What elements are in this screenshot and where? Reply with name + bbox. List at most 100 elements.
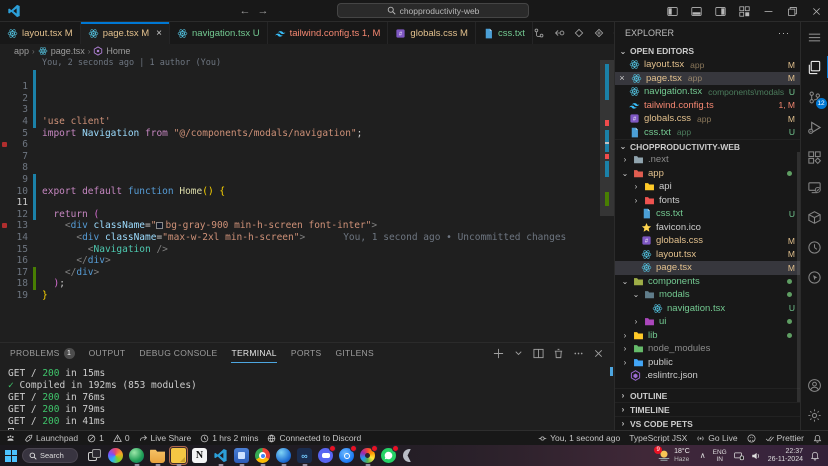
tab-css-txt[interactable]: css.txt [476,22,533,44]
nav-forward-icon[interactable]: → [254,5,272,17]
more-actions-icon[interactable] [573,348,584,359]
open-editor-page-tsx[interactable]: × page.tsx app M [615,72,800,86]
taskbar-app-notion[interactable]: N [189,445,210,466]
split-terminal-icon[interactable] [533,348,544,359]
status-live-share[interactable]: Live Share [139,433,192,443]
activity-play-circle[interactable] [801,232,828,262]
panel-tab-ports[interactable]: PORTS [291,343,322,363]
tree-item-components[interactable]: ⌄ components [615,275,800,289]
code-line[interactable]: 17 [0,255,614,267]
notifications-bell-icon[interactable] [810,451,820,461]
breadcrumb[interactable]: app› page.tsx› Home [0,44,614,58]
tree-item-layout-tsx[interactable]: layout.tsx M [615,248,800,262]
open-changes-icon[interactable] [553,27,565,39]
activity-settings-gear[interactable] [801,400,828,430]
code-line[interactable]: 14 </div> [0,220,614,232]
taskbar-app-messenger[interactable] [336,445,357,466]
tree-item-ui[interactable]: › ui [615,315,800,329]
tray-expand-icon[interactable]: ∧ [700,451,706,460]
restore-button[interactable] [780,0,804,22]
git-graph-icon[interactable] [533,27,545,39]
tree-item-fonts[interactable]: › fonts [615,194,800,208]
open-editor-css-txt[interactable]: css.txt app U [615,126,800,140]
activity-remote-explorer[interactable] [801,172,828,202]
new-terminal-icon[interactable] [493,348,504,359]
close-panel-icon[interactable] [593,348,604,359]
code-line[interactable]: 18 [0,267,614,279]
code-line[interactable]: 15 ); [0,232,614,244]
command-center[interactable]: chopproductivity-web [337,3,529,18]
explorer-more-actions[interactable]: ··· [778,28,790,38]
status-0[interactable]: 0 [113,433,130,443]
activity-pointer-circle[interactable] [801,262,828,292]
tree-item-public[interactable]: › public [615,356,800,370]
taskbar-app-visual-studio[interactable]: ∞ [294,445,315,466]
taskbar-app-discord[interactable] [315,445,336,466]
status-1[interactable]: 1 [87,433,104,443]
open-editor-layout-tsx[interactable]: layout.tsx app M [615,58,800,72]
open-editors-section-header[interactable]: ⌄ OPEN EDITORS [615,44,800,58]
tree-item--next[interactable]: › .next [615,153,800,167]
activity-explorer[interactable] [801,52,828,82]
taskbar-app-opera-gx[interactable] [399,445,420,466]
tree-item-lib[interactable]: › lib [615,329,800,343]
status-bell[interactable] [813,434,822,443]
activity-source-control[interactable]: 12 [801,82,828,112]
activity-account[interactable] [801,370,828,400]
toggle-panel-left-button[interactable] [660,0,684,22]
status-github[interactable] [747,434,756,443]
status-pet[interactable] [6,434,15,443]
taskbar-app-edge-blue[interactable] [273,445,294,466]
toggle-panel-bottom-button[interactable] [684,0,708,22]
launch-profile-icon[interactable] [513,348,524,359]
close-tab-icon[interactable]: × [156,28,162,39]
taskbar-app-file-explorer[interactable] [147,445,168,466]
code-line[interactable]: 13 </div> [0,209,614,221]
minimize-button[interactable] [756,0,780,22]
tab-page-tsx[interactable]: page.tsx M × [81,22,170,44]
code-line[interactable]: 1 'use client' [0,70,614,82]
code-line[interactable]: 8 [0,151,614,163]
code-line[interactable]: 9 return ( [0,162,614,174]
kill-terminal-icon[interactable] [553,348,564,359]
taskbar-app-teams[interactable] [231,445,252,466]
code-line[interactable]: 7 export default function Home() { [0,139,614,151]
close-editor-icon[interactable]: × [617,73,627,83]
toggle-panel-right-button[interactable] [708,0,732,22]
panel-tab-gitlens[interactable]: GITLENS [335,343,373,363]
next-change-icon[interactable] [593,27,605,39]
section-timeline[interactable]: ›TIMELINE [615,402,800,416]
tree-item-api[interactable]: › api [615,180,800,194]
activity-package-cube[interactable] [801,202,828,232]
language-indicator[interactable]: ENGIN [713,449,727,463]
status-connected-to-discord[interactable]: Connected to Discord [267,433,361,443]
taskbar-app-whatsapp[interactable] [378,445,399,466]
status-go-live[interactable]: Go Live [696,433,737,443]
tree-item--eslintrc-json[interactable]: .eslintrc.json [615,369,800,383]
taskbar-app-edge-browser[interactable] [126,445,147,466]
close-button[interactable] [804,0,828,22]
tree-item-navigation-tsx[interactable]: navigation.tsx U [615,302,800,316]
panel-tab-debug-console[interactable]: DEBUG CONSOLE [139,343,217,363]
customize-layout-button[interactable] [732,0,756,22]
open-editor-globals-css[interactable]: # globals.css app M [615,112,800,126]
code-line[interactable]: 5 [0,116,614,128]
tree-item-css-txt[interactable]: css.txt U [615,207,800,221]
taskbar-search[interactable]: Search [22,448,78,463]
code-line[interactable]: 12 <Navigation /> [0,197,614,209]
tree-item-globals-css[interactable]: # globals.css M [615,234,800,248]
volume-icon[interactable] [751,451,761,461]
taskbar-app-photos[interactable] [357,445,378,466]
code-line[interactable]: 19 [0,278,614,290]
breadcrumb-item[interactable]: Home [93,46,130,56]
taskbar-app-task-view[interactable] [84,445,105,466]
status-you-1-second-ago[interactable]: You, 1 second ago [538,433,620,443]
terminal-output[interactable]: GET / 200 in 15ms✓ Compiled in 192ms (85… [0,363,614,440]
status-launchpad[interactable]: Launchpad [24,433,78,443]
overview-ruler[interactable] [600,58,614,342]
network-display-icon[interactable] [734,451,744,461]
tree-item-app[interactable]: ⌄ app [615,167,800,181]
tree-item-page-tsx[interactable]: page.tsx M [615,261,800,275]
code-editor[interactable]: You, 2 seconds ago | 1 author (You) 1 'u… [0,58,614,342]
code-line[interactable]: 6 [0,128,614,140]
